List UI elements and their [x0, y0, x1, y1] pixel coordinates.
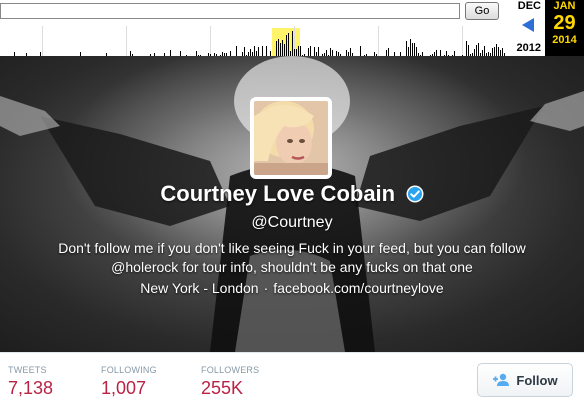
capture-bar [300, 46, 301, 56]
capture-bar [388, 48, 389, 56]
profile-meta: New York - London · facebook.com/courtneyl… [0, 280, 584, 296]
stat-tweets[interactable]: TWEETS 7,138 [8, 365, 53, 399]
capture-bar [410, 39, 411, 56]
stat-followers-value: 255K [201, 378, 244, 398]
capture-bar [412, 43, 413, 56]
capture-bar [498, 47, 499, 56]
year-divider [378, 26, 379, 56]
stat-followers-label: FOLLOWERS [201, 365, 260, 375]
capture-bar [296, 49, 297, 56]
follow-button-label: Follow [516, 372, 558, 388]
cur-day-label: 29 [553, 12, 576, 34]
stat-following-label: FOLLOWING [101, 365, 157, 375]
capture-bar [284, 44, 285, 56]
stat-following[interactable]: FOLLOWING 1,007 [101, 365, 157, 399]
wayback-url-input[interactable] [0, 3, 460, 19]
add-user-icon [493, 373, 510, 386]
prev-capture-arrow-icon[interactable] [522, 18, 534, 32]
capture-bar [466, 41, 467, 56]
profile-avatar[interactable] [250, 97, 332, 179]
stat-tweets-value: 7,138 [8, 378, 54, 398]
avatar-photo [254, 101, 328, 175]
wayback-current-date: JAN 29 2014 [545, 0, 584, 56]
capture-bar [262, 46, 263, 56]
verified-badge-icon [406, 185, 424, 203]
capture-bar [484, 46, 485, 56]
follow-button[interactable]: Follow [477, 363, 573, 397]
capture-bar [496, 44, 497, 56]
profile-header-banner: Courtney Love Cobain @Courtney Don't fol… [0, 56, 584, 352]
capture-bar [476, 45, 477, 56]
capture-bar [276, 41, 277, 56]
year-divider [462, 26, 463, 56]
capture-bar [282, 40, 283, 56]
capture-bar [292, 31, 293, 56]
stat-followers[interactable]: FOLLOWERS 255K [201, 365, 259, 399]
wayback-toolbar: Go DEC 2012 JAN 29 2014 [0, 0, 584, 60]
profile-handle: @Courtney [251, 214, 333, 231]
capture-bar [478, 43, 479, 56]
capture-bar [494, 47, 495, 56]
wayback-go-button[interactable]: Go [465, 2, 499, 20]
capture-bar [406, 41, 407, 56]
capture-bar [288, 33, 289, 56]
capture-bar [266, 46, 267, 56]
prev-month-label: DEC [517, 0, 541, 12]
capture-bar [416, 47, 417, 56]
capture-bar [314, 47, 315, 56]
capture-bar [310, 46, 311, 56]
meta-separator: · [263, 280, 269, 296]
capture-bar [492, 48, 493, 56]
year-divider [126, 26, 127, 56]
stat-following-value: 1,007 [101, 378, 147, 398]
year-divider [42, 26, 43, 56]
capture-bar [408, 47, 409, 56]
capture-bar [414, 43, 415, 56]
capture-bar [294, 49, 295, 56]
cur-month-label: JAN [553, 0, 576, 12]
capture-bar [250, 49, 251, 56]
wayback-capture-sparkline[interactable] [0, 26, 505, 56]
profile-website-link[interactable]: facebook.com/courtneylove [273, 280, 443, 296]
profile-name-row: Courtney Love Cobain [0, 181, 584, 207]
capture-bar [308, 48, 309, 56]
capture-bar [286, 35, 287, 56]
capture-bar [258, 47, 259, 56]
capture-bar [468, 45, 469, 56]
capture-bar [244, 47, 245, 56]
capture-bar [502, 48, 503, 56]
capture-bar [330, 48, 331, 56]
capture-bar [298, 46, 299, 56]
capture-bar [236, 46, 237, 56]
capture-bar [474, 49, 475, 56]
profile-bio: Don't follow me if you don't like seeing… [58, 240, 526, 275]
year-divider [210, 26, 211, 56]
capture-bar [254, 46, 255, 56]
capture-bar [360, 46, 361, 56]
profile-name: Courtney Love Cobain [160, 181, 396, 206]
prev-year-label: 2012 [516, 42, 541, 54]
capture-bar [350, 48, 351, 56]
capture-bar [318, 47, 319, 56]
stat-tweets-label: TWEETS [8, 365, 47, 375]
profile-location: New York - London [140, 280, 259, 296]
capture-bar [278, 39, 279, 56]
capture-bar [280, 43, 281, 56]
profile-stats-bar: TWEETS 7,138 FOLLOWING 1,007 FOLLOWERS 2… [0, 352, 584, 410]
cur-year-label: 2014 [552, 34, 577, 46]
